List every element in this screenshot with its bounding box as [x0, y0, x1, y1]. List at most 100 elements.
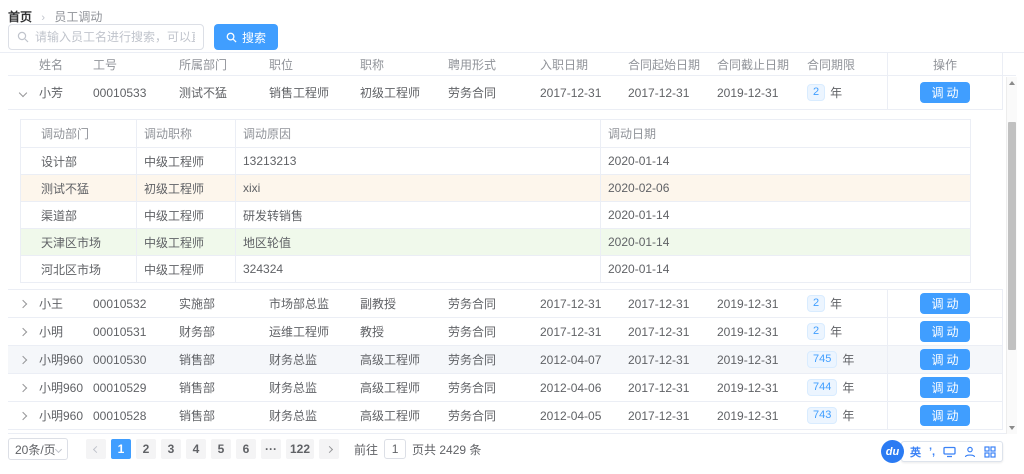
subcell-dept: 测试不猛: [21, 175, 137, 201]
ime-punctuation-button[interactable]: ’,: [929, 446, 935, 458]
subcell-title: 中级工程师: [137, 256, 236, 282]
cell-department: 销售部: [179, 381, 216, 395]
cell-contract-start: 2017-12-31: [628, 380, 690, 395]
term-badge: 2: [807, 84, 826, 101]
scroll-up-arrow-icon[interactable]: [1009, 81, 1015, 85]
table-row: 小明9609 00010530 销售部 财务总监 高级工程师 劳务合同 2012…: [8, 346, 1003, 374]
cell-contract-term: 745 年: [797, 346, 887, 373]
goto-page-input[interactable]: [384, 439, 407, 459]
next-page-button[interactable]: [319, 439, 340, 459]
chevron-down-icon: [18, 88, 28, 97]
cell-department: 财务部: [179, 325, 216, 339]
subtable-row: 渠道部 中级工程师 研发转销售 2020-01-14: [21, 201, 970, 228]
ime-language-mode-button[interactable]: 英: [910, 444, 921, 460]
page-size-select[interactable]: 20条/页: [8, 438, 68, 460]
cell-contract-term: 744 年: [797, 374, 887, 401]
expand-toggle[interactable]: [8, 346, 29, 373]
term-unit: 年: [830, 325, 843, 339]
subcell-title: 中级工程师: [137, 148, 236, 174]
cell-employee-id: 00010531: [93, 324, 147, 339]
transfer-button[interactable]: 调动: [920, 405, 970, 426]
baidu-ime-logo-icon[interactable]: du: [881, 440, 904, 463]
subcell-title: 中级工程师: [137, 202, 236, 228]
more-pages-button[interactable]: ···: [261, 439, 281, 459]
expand-toggle[interactable]: [8, 374, 29, 401]
cell-hire-date: 2012-04-06: [540, 380, 602, 395]
page-button[interactable]: 2: [136, 439, 156, 459]
cell-hire-date: 2012-04-07: [540, 352, 602, 367]
chevron-right-icon: [18, 299, 28, 308]
subcell-reason: xixi: [236, 175, 601, 201]
ime-toolbar: du 英 ’,: [881, 440, 1004, 463]
term-badge: 745: [807, 351, 838, 368]
vertical-scrollbar[interactable]: [1006, 77, 1017, 434]
chevron-right-icon: [325, 445, 333, 453]
scrollbar-thumb[interactable]: [1008, 122, 1016, 350]
header-contract-term: 合同期限: [807, 57, 856, 72]
cell-contract-end: 2019-12-31: [717, 408, 779, 423]
search-input-wrap[interactable]: [8, 24, 204, 50]
page-button[interactable]: 5: [211, 439, 231, 459]
search-input[interactable]: [35, 30, 195, 44]
cell-employee-id: 00010528: [93, 408, 147, 423]
transfer-button[interactable]: 调动: [920, 82, 970, 103]
cell-contract-end: 2019-12-31: [717, 352, 779, 367]
subheader-transfer-date: 调动日期: [608, 127, 657, 141]
cell-contract-end: 2019-12-31: [717, 324, 779, 339]
expand-toggle[interactable]: [8, 290, 29, 317]
header-expand-spacer: [8, 53, 29, 75]
table-row: 小王 00010532 实施部 市场部总监 副教授 劳务合同 2017-12-3…: [8, 290, 1003, 318]
search-icon: [226, 32, 237, 43]
page-button[interactable]: 6: [236, 439, 256, 459]
cell-contract-end: 2019-12-31: [717, 380, 779, 395]
goto-page-label: 前往: [354, 442, 379, 457]
scroll-down-arrow-icon[interactable]: [1009, 426, 1015, 430]
cell-actions: 调动: [887, 402, 1003, 429]
transfer-button[interactable]: 调动: [920, 349, 970, 370]
expand-toggle[interactable]: [8, 76, 29, 109]
grid-menu-icon[interactable]: [984, 445, 996, 458]
subcell-reason: 地区轮值: [236, 229, 601, 255]
header-contract-end: 合同截止日期: [717, 57, 790, 72]
term-badge: 2: [807, 295, 826, 312]
cell-employee-id: 00010529: [93, 380, 147, 395]
page-button[interactable]: 3: [161, 439, 181, 459]
cell-contract-term: 2年: [797, 318, 887, 345]
expand-toggle[interactable]: [8, 402, 29, 429]
subcell-dept: 设计部: [21, 148, 137, 174]
breadcrumb-separator-icon: ›: [41, 12, 46, 24]
page-button[interactable]: 1: [111, 439, 131, 459]
cell-employment-type: 劳务合同: [448, 353, 497, 367]
subtable-row: 天津区市场 中级工程师 地区轮值 2020-01-14: [21, 228, 970, 255]
chevron-down-icon: [54, 445, 63, 453]
subcell-title: 中级工程师: [137, 229, 236, 255]
expand-toggle[interactable]: [8, 318, 29, 345]
header-hire-date: 入职日期: [540, 57, 589, 72]
subheader-transfer-dept: 调动部门: [21, 120, 137, 147]
header-employee-id: 工号: [93, 57, 118, 72]
table-header-row: 姓名 工号 所属部门 职位 职称 聘用形式 入职日期 合同起始日期 合同截止日期…: [8, 53, 1016, 76]
term-unit: 年: [842, 353, 855, 367]
page-button[interactable]: 122: [286, 439, 315, 459]
term-unit: 年: [830, 86, 843, 100]
page-button[interactable]: 4: [186, 439, 206, 459]
prev-page-button[interactable]: [86, 439, 106, 459]
cell-hire-date: 2017-12-31: [540, 296, 602, 311]
cell-position: 财务总监: [269, 409, 318, 423]
header-actions: 操作: [887, 53, 1003, 75]
search-button[interactable]: 搜索: [214, 24, 279, 50]
cell-position: 财务总监: [269, 353, 318, 367]
cell-title: 副教授: [360, 297, 397, 311]
cell-contract-start: 2017-12-31: [628, 296, 690, 311]
transfer-button[interactable]: 调动: [920, 321, 970, 342]
keyboard-icon[interactable]: [943, 446, 956, 458]
transfer-button[interactable]: 调动: [920, 377, 970, 398]
header-name: 姓名: [39, 57, 64, 72]
subtable-row: 河北区市场 中级工程师 324324 2020-01-14: [21, 255, 970, 282]
transfer-button[interactable]: 调动: [920, 293, 970, 314]
header-contract-start: 合同起始日期: [628, 57, 701, 72]
subtable-header-row: 调动部门 调动职称 调动原因 调动日期: [21, 120, 970, 147]
breadcrumb-home[interactable]: 首页: [8, 10, 32, 24]
cell-actions: 调动: [887, 346, 1003, 373]
user-icon[interactable]: [964, 446, 976, 458]
